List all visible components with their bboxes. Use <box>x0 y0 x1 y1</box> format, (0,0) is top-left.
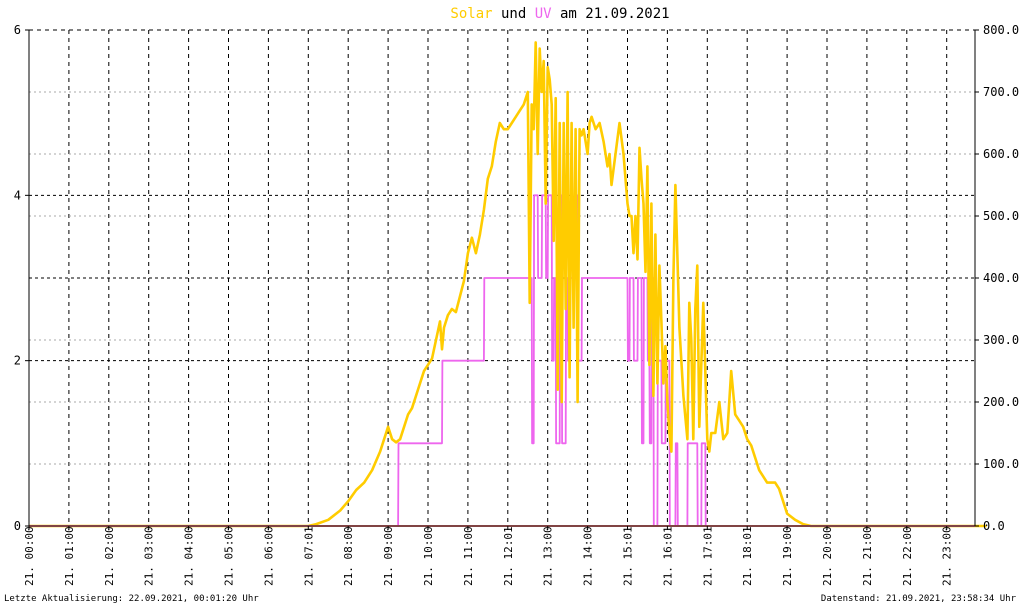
x-axis-tick-label: 21. 02:00 <box>103 526 116 586</box>
x-axis-tick-label: 21. 17:01 <box>701 526 714 586</box>
chart-title: Solar und UV am 21.09.2021 <box>450 6 669 22</box>
right-axis-tick-label: 200.0 <box>983 395 1019 409</box>
left-axis-tick-label: 2 <box>14 354 21 368</box>
x-axis-tick-label: 21. 01:00 <box>63 526 76 586</box>
x-axis-tick-label: 21. 13:00 <box>542 526 555 586</box>
right-axis-tick-label: 100.0 <box>983 457 1019 471</box>
labels-layer: 0 2 4 6 0.0 100.0 200.0 300.0 400.0 500.0 600.0 700… <box>14 23 1019 586</box>
left-axis-tick-label: 4 <box>14 188 21 202</box>
right-axis-tick-label: 500.0 <box>983 209 1019 223</box>
x-axis-tick-label: 21. 04:00 <box>183 526 196 586</box>
right-axis-tick-label: 800.0 <box>983 23 1019 37</box>
series-line-solar <box>29 41 987 528</box>
x-axis-tick-label: 21. 23:00 <box>941 526 954 586</box>
left-axis-tick-label: 6 <box>14 23 21 37</box>
right-axis-tick-label: 600.0 <box>983 147 1019 161</box>
title-und: und <box>493 6 535 22</box>
x-axis-tick-label: 21. 10:00 <box>422 526 435 586</box>
x-axis-tick-label: 21. 08:00 <box>342 526 355 586</box>
footer-last-update: Letzte Aktualisierung: 22.09.2021, 00:01… <box>4 594 259 604</box>
x-axis-tick-label: 21. 06:00 <box>262 526 275 586</box>
x-axis-tick-label: 21. 00:00 <box>23 526 36 586</box>
title-date: am 21.09.2021 <box>552 6 670 22</box>
x-axis-tick-label: 21. 05:00 <box>223 526 236 586</box>
axes-layer <box>25 29 979 530</box>
right-axis-tick-label: 300.0 <box>983 333 1019 347</box>
x-axis-tick-label: 21. 07:01 <box>302 526 315 586</box>
x-axis-tick-label: 21. 21:00 <box>861 526 874 586</box>
x-axis-tick-label: 21. 15:01 <box>622 526 635 586</box>
x-axis-tick-label: 21. 03:00 <box>143 526 156 586</box>
x-axis-tick-label: 21. 20:00 <box>821 526 834 586</box>
x-axis-tick-label: 21. 18:01 <box>741 526 754 586</box>
x-axis-tick-label: 21. 14:00 <box>582 526 595 586</box>
x-axis-tick-label: 21. 16:01 <box>661 526 674 586</box>
right-axis-tick-label: 400.0 <box>983 271 1019 285</box>
footer-data-status: Datenstand: 21.09.2021, 23:58:34 Uhr <box>821 594 1017 604</box>
x-axis-tick-label: 21. 09:00 <box>382 526 395 586</box>
right-axis-tick-label: 0.0 <box>983 519 1005 533</box>
x-axis-tick-label: 21. 22:00 <box>901 526 914 586</box>
title-solar: Solar <box>450 6 492 22</box>
solar-uv-chart: Solar und UV am 21.09.2021 0 2 4 6 0.0 100.0 2… <box>4 6 1019 604</box>
left-axis-tick-label: 0 <box>14 519 21 533</box>
series-layer <box>29 41 987 528</box>
x-axis-tick-label: 21. 19:00 <box>781 526 794 586</box>
x-axis-tick-label: 21. 12:01 <box>502 526 515 586</box>
title-uv: UV <box>535 6 552 22</box>
x-axis-tick-label: 21. 11:00 <box>462 526 475 586</box>
right-axis-tick-label: 700.0 <box>983 85 1019 99</box>
